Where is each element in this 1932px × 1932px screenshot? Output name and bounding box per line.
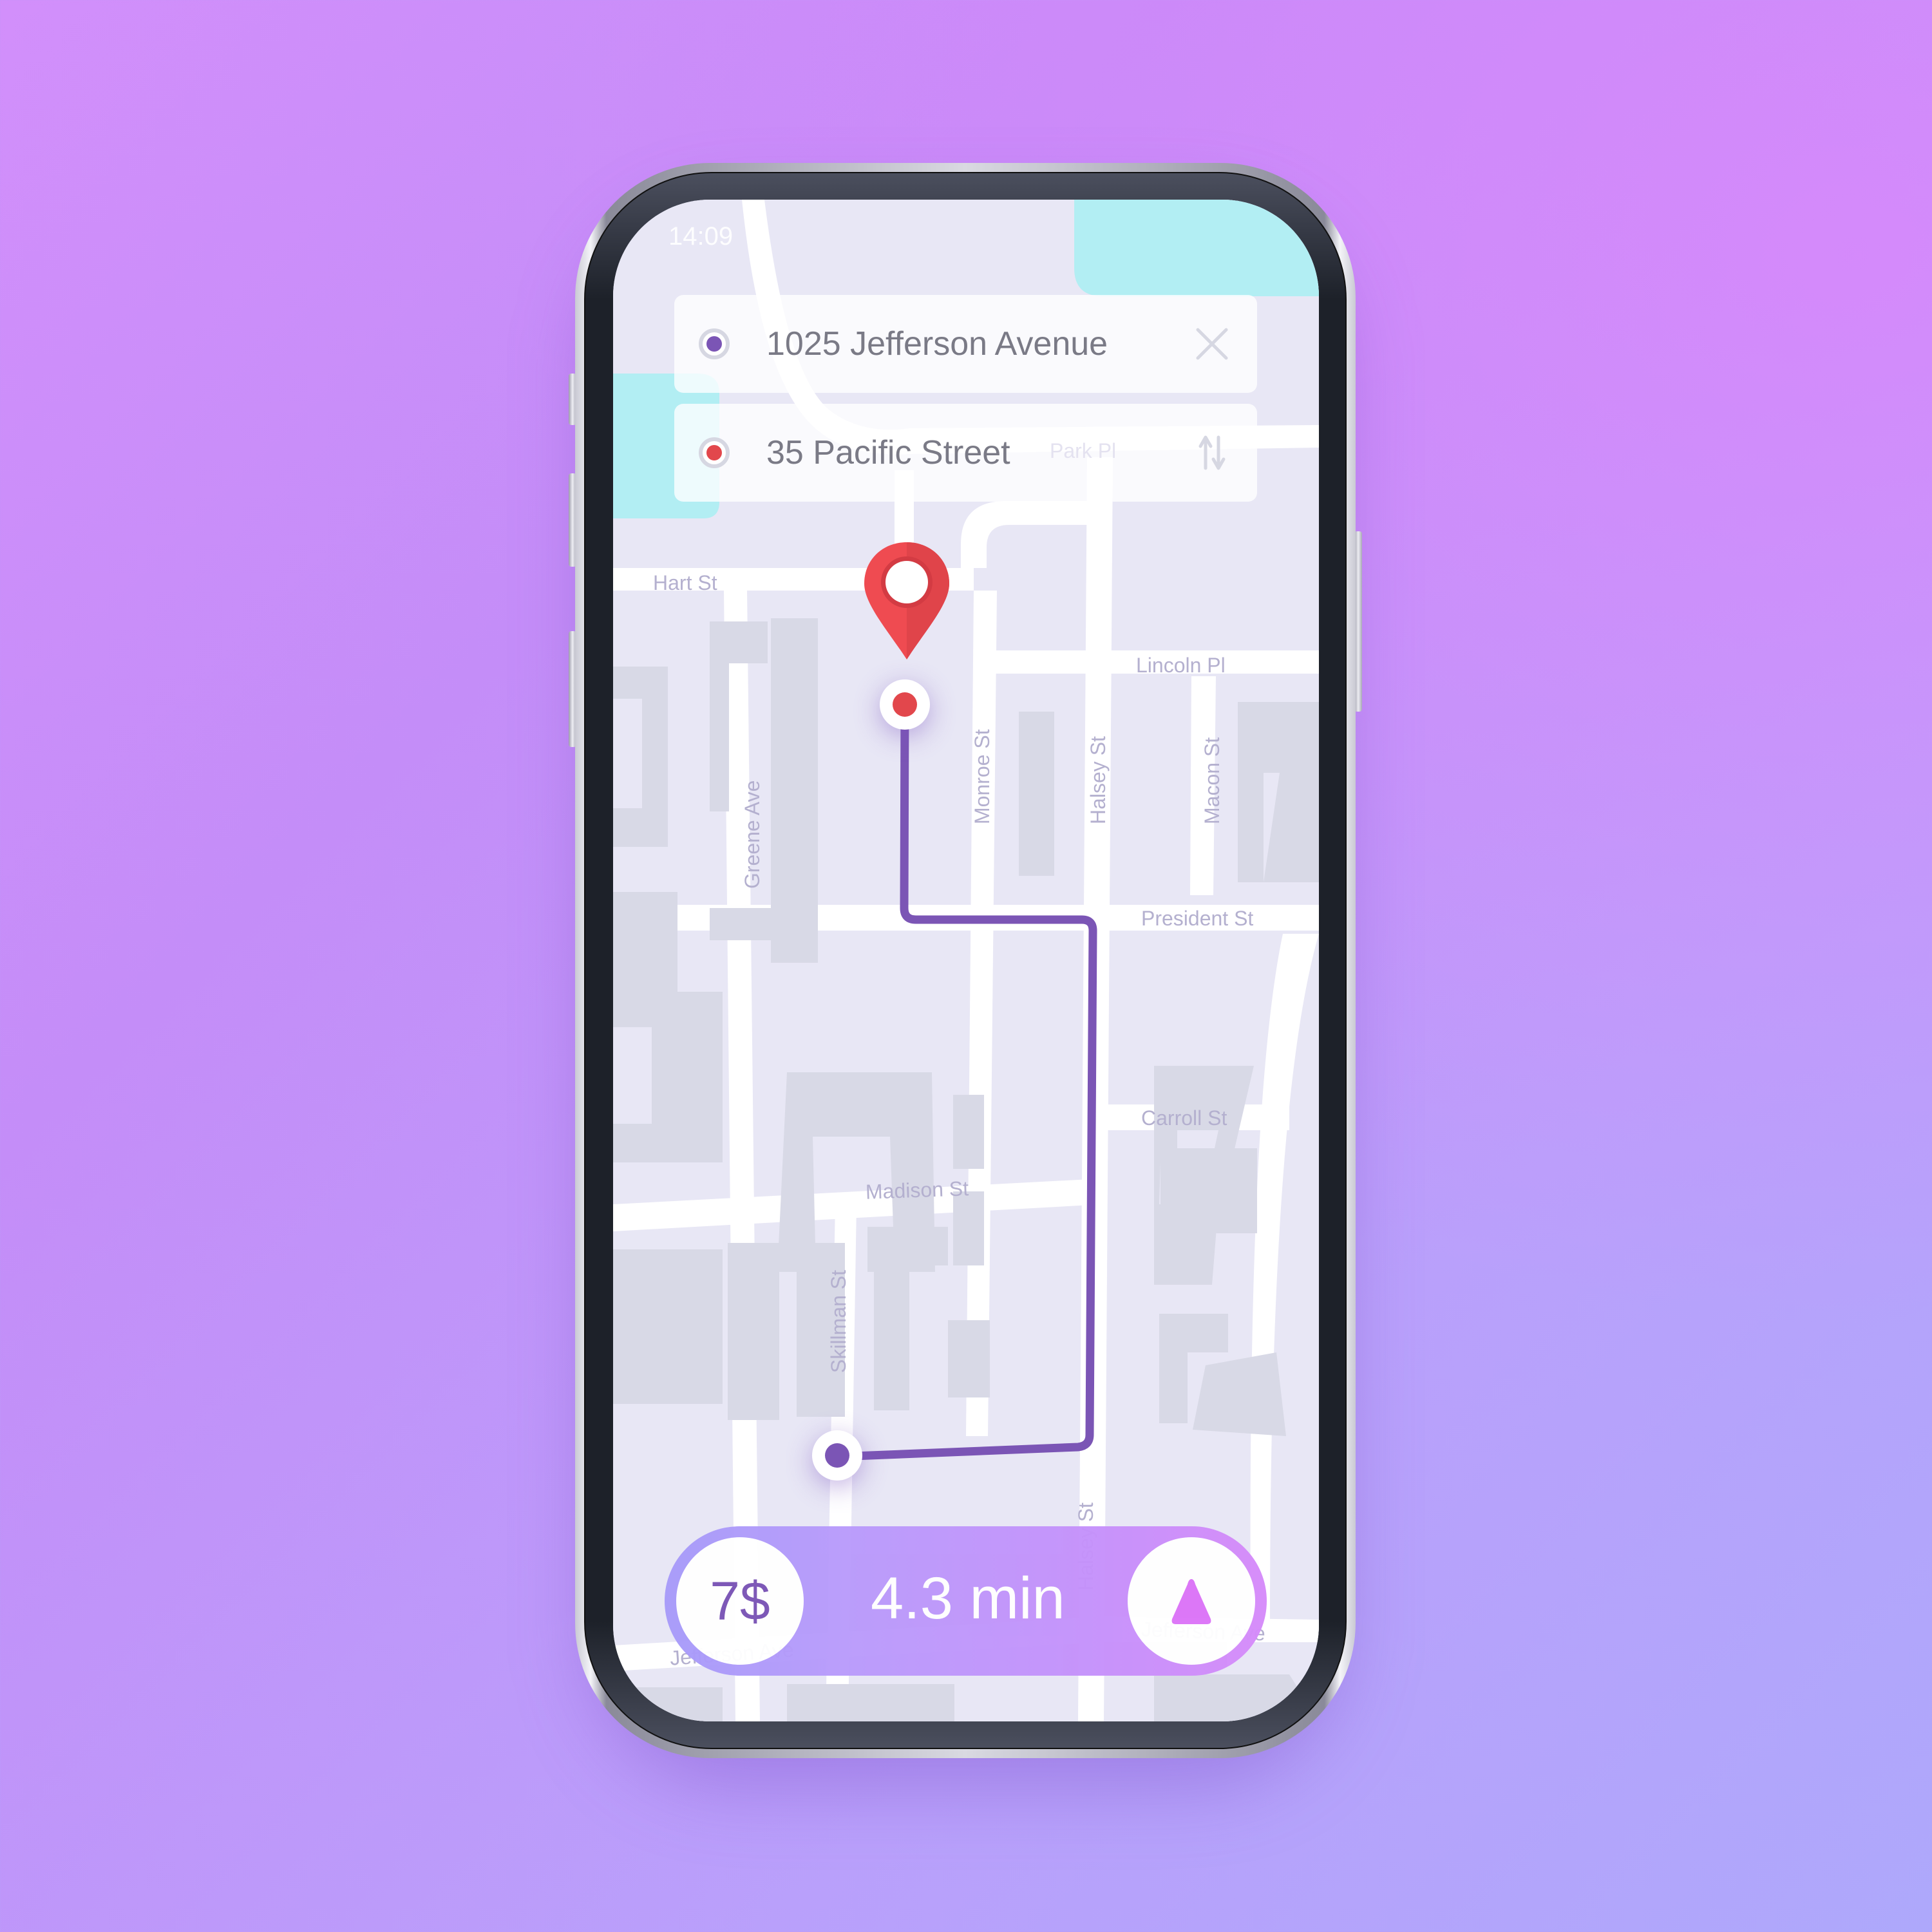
street-label-monroe-st: Monroe St [971,729,994,824]
destination-input[interactable]: 35 Pacific Street [674,404,1257,502]
building [728,1243,779,1420]
street-label-lincoln-pl: Lincoln Pl [1136,654,1226,677]
water-area-top-right [1074,200,1319,296]
trip-summary-bar: 7$ 4.3 min [665,1526,1267,1676]
street-label-carroll-st: Carroll St [1141,1106,1227,1130]
street-label-greene-ave: Greene Ave [741,780,764,889]
price-badge: 7$ [676,1537,804,1665]
building [1238,702,1319,882]
route-start-marker[interactable] [812,1430,862,1481]
building [787,1684,954,1721]
street-label-skillman-st: Skillman St [827,1269,850,1373]
street-label-madison-st: Madison St [865,1177,969,1204]
price-value: 7$ [710,1570,770,1631]
status-bar-time: 14:09 [668,222,734,251]
building [613,1249,723,1404]
building [613,1687,723,1721]
building [710,908,781,940]
destination-dot-icon [699,437,730,468]
destination-input-value: 35 Pacific Street [766,434,1010,471]
destination-pin-icon[interactable] [862,540,952,662]
swap-vertical-icon[interactable] [1193,433,1231,472]
building [948,1320,990,1397]
navigate-triangle-icon [1171,1579,1211,1624]
street-label-president-st: President St [1141,907,1254,930]
origin-dot-icon [699,328,730,359]
route-end-marker[interactable] [880,679,930,730]
building [953,1095,984,1169]
origin-input[interactable]: 1025 Jefferson Avenue [674,295,1257,393]
start-navigation-button[interactable] [1128,1537,1255,1665]
phone-screen: 14:09 1025 Jefferson Avenue 35 Pacific S… [613,200,1319,1721]
close-icon[interactable] [1193,325,1231,363]
street-label-park-pl: Park Pl [1050,439,1117,462]
street-label-macon-st: Macon St [1200,737,1224,824]
building [1160,1148,1257,1233]
building [953,1191,984,1265]
street-label-hart-st: Hart St [653,571,717,594]
street-label-halsey-st: Halsey St [1086,736,1110,824]
route-start-dot-icon [825,1443,849,1468]
origin-input-value: 1025 Jefferson Avenue [766,325,1108,363]
eta-value: 4.3 min [871,1566,1065,1631]
building [1019,712,1054,876]
route-end-dot-icon [893,692,917,717]
